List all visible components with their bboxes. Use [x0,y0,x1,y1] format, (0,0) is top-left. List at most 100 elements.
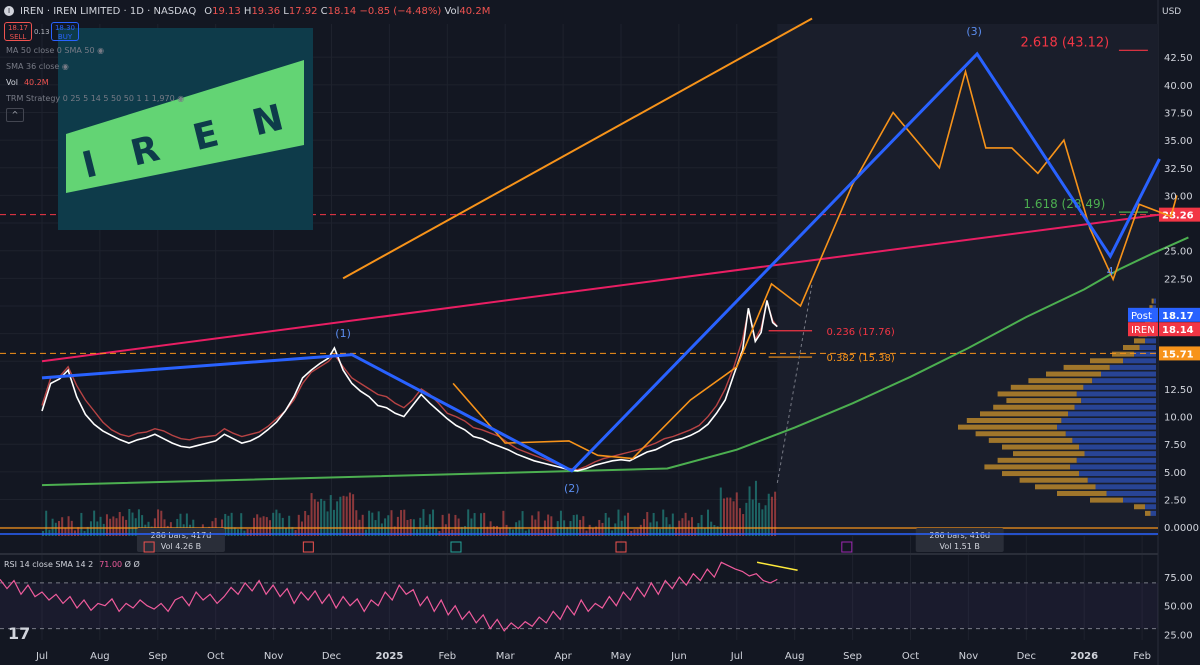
x-tick-label: Oct [902,651,919,662]
volume-bar [770,496,773,536]
volume-profile-bar [1068,411,1156,417]
volume-profile-bar [1145,504,1156,510]
volume-bar [80,512,83,536]
range-note-line: 286 bars, 417d [151,531,212,540]
volume-bar [131,512,134,536]
x-tick-label: Oct [207,651,224,662]
x-tick-label: Jul [730,651,743,662]
volume-bar [297,514,300,536]
volume-bar [345,496,348,536]
volume-bar [719,487,722,536]
chart-header: I IREN · IREN LIMITED · 1D · NASDAQ O19.… [0,0,490,22]
iren-logo: I R E N [58,28,313,230]
volume-profile-bar [1084,451,1156,457]
volume-bar [275,509,278,536]
volume-profile-bar [980,411,1068,417]
volume-bar [320,498,323,536]
volume-bar [262,516,265,536]
volume-bar [310,493,313,536]
volume-bar [764,505,767,536]
volume-bar [361,514,364,536]
volume-bar [448,513,451,536]
volume-profile-bar [993,404,1075,410]
indicator-volume[interactable]: Vol 40.2M [6,78,49,87]
volume-profile-bar [1123,345,1140,351]
volume-bar [128,509,131,536]
earnings-marker [841,541,853,553]
eye-icon[interactable]: ◉ [97,46,104,55]
volume-bar [767,493,770,536]
volume-profile-bar [1074,404,1156,410]
eye-icon[interactable]: ◉ [177,94,184,103]
volume-bar [751,499,754,536]
volume-profile-bar [1090,358,1123,364]
x-tick-label: Mar [496,651,516,662]
x-tick-label: 2026 [1070,651,1098,662]
volume-bar [435,528,438,536]
volume-profile-bar [1002,444,1079,450]
volume-bar [316,501,319,536]
volume-profile-bar [1019,477,1088,483]
volume-bar [432,509,435,536]
volume-bar [371,512,374,536]
volume-bar [652,512,655,536]
open-value: 19.13 [212,5,241,17]
rsi-tick-label: 75.00 [1164,573,1193,584]
volume-bar [521,511,524,536]
indicator-ma50[interactable]: MA 50 close 0 SMA 50 ◉ [6,46,104,55]
volume-bar [61,517,64,536]
fib-level-label: 1.618 (28.49) [1023,197,1105,211]
high-value: 19.36 [251,5,281,17]
volume-profile-bar [1076,391,1156,397]
volume-bar [105,514,108,536]
volume-profile-bar [966,417,1062,423]
buy-button[interactable]: 18.30 BUY [51,22,79,41]
volume-profile-bar [1057,424,1156,430]
volume-profile-bar [988,437,1073,443]
price-tag-label: IREN [1131,325,1155,336]
volume-bar [278,513,281,536]
x-tick-label: Jun [670,651,687,662]
volume-bar [659,528,662,536]
eye-icon[interactable]: ◉ [62,62,69,71]
volume-bar [227,515,230,536]
tradingview-logo-icon[interactable]: 17 [8,624,30,643]
volume-profile-bar [1006,398,1082,404]
y-tick-label: 35.00 [1164,136,1193,147]
volume-profile-bar [1151,298,1154,304]
volume-bar [230,512,233,536]
collapse-indicators-button[interactable]: ^ [6,108,24,122]
x-tick-label: May [611,651,632,662]
volume-bar [428,514,431,536]
volume-bar [387,515,390,536]
x-tick-label: Sep [843,651,862,662]
x-tick-label: Dec [322,651,341,662]
y-tick-label: 2.50 [1164,496,1186,507]
volume-bar [729,497,732,536]
volume-bar [339,496,342,536]
y-tick-label: 40.00 [1164,81,1193,92]
volume-bar [706,509,709,536]
volume-bar [735,492,738,536]
volume-profile-bar [997,391,1077,397]
volume-bar [249,529,252,536]
volume-bar [403,509,406,536]
indicator-trm-strategy[interactable]: TRM Strategy 0 25 5 14 5 50 50 1 1 1,970… [6,94,184,103]
indicator-sma36[interactable]: SMA 36 close ◉ [6,62,69,71]
rsi-divergence-line [756,561,798,572]
y-tick-label: 25.00 [1164,247,1193,258]
volume-bar [537,511,540,536]
volume-bar [758,502,761,536]
rsi-tick-label: 25.00 [1164,630,1193,641]
volume-bar [73,530,76,536]
price-level-label: 15.71 [1162,349,1194,360]
y-tick-label: 22.50 [1164,274,1193,285]
volume-bar [288,515,291,536]
volume-bar [256,514,259,536]
volume-profile-bar [1134,351,1156,357]
price-value-label: 18.14 [1162,325,1194,336]
wave-label: (2) [564,482,580,495]
sell-button[interactable]: 18.17 SELL [4,22,32,41]
symbol-title[interactable]: IREN · IREN LIMITED · 1D · NASDAQ [20,6,196,17]
volume-bar [691,517,694,536]
